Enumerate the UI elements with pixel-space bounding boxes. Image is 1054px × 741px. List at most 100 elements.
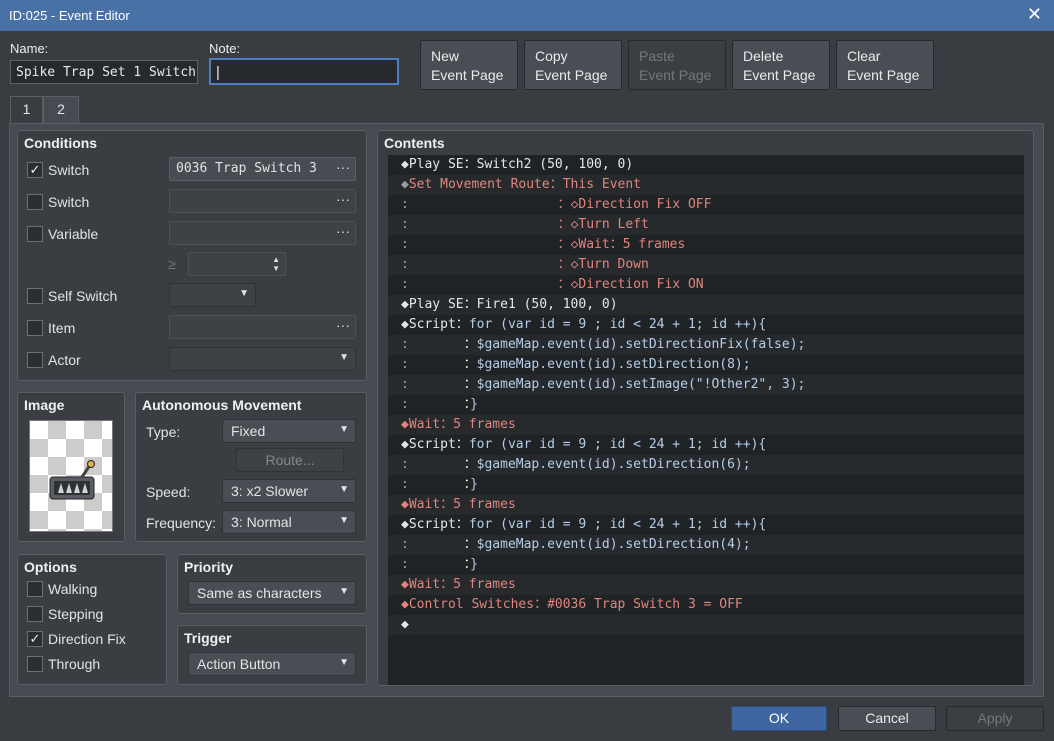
command-segment: : [401,397,409,412]
command-segment [409,217,558,232]
command-segment: } [470,477,478,492]
type-label: Type: [146,424,181,440]
event-command-row[interactable]: : ：} [388,475,1024,495]
variable-checkbox[interactable] [27,226,43,242]
event-command-row[interactable]: : ：◇Wait：5 frames [388,235,1024,255]
command-segment: : [401,277,409,292]
chevron-down-icon: ▼ [339,657,349,668]
switch1-select[interactable]: 0036 Trap Switch 3 ··· [169,157,356,181]
new-event-page-button[interactable]: New Event Page [420,40,518,90]
command-segment: Switch2 (50, 100, 0) [476,157,634,172]
stepping-checkbox[interactable] [27,606,43,622]
route-button[interactable]: Route... [236,448,344,472]
event-image-preview[interactable] [29,420,113,532]
autonomous-title: Autonomous Movement [142,397,302,413]
command-segment: ： [557,257,571,272]
speed-combo[interactable]: 3: x2 Slower ▼ [222,479,356,503]
paste-event-page-button[interactable]: Paste Event Page [628,40,726,90]
event-command-row[interactable]: : ：◇Turn Left [388,215,1024,235]
command-segment: ： [455,517,469,532]
event-command-row[interactable]: : ：} [388,395,1024,415]
tab-page-1[interactable]: 1 [10,96,43,123]
command-segment: ： [455,437,469,452]
type-combo[interactable]: Fixed ▼ [222,419,356,443]
event-command-row[interactable]: : ：} [388,555,1024,575]
event-command-row[interactable]: ◆Wait：5 frames [388,495,1024,515]
event-command-list[interactable]: ◆Play SE：Switch2 (50, 100, 0) ◆Set Moveme… [388,155,1024,685]
priority-combo[interactable]: Same as characters ▼ [188,581,356,605]
conditions-title: Conditions [24,135,98,151]
note-input[interactable]: | [209,58,399,85]
command-segment: 5 frames [622,237,686,252]
trigger-combo[interactable]: Action Button ▼ [188,652,356,676]
event-command-row[interactable]: ◆ [388,615,1024,635]
command-segment: for (var id = 9 ; id < 24 + 1; id ++){ [468,437,767,452]
delete-event-page-button[interactable]: Delete Event Page [732,40,830,90]
empty-row [388,635,1024,655]
variable-value-spinner[interactable]: ▲ ▼ [188,252,286,276]
close-icon[interactable]: ✕ [1027,4,1042,25]
command-segment: ： [463,457,477,472]
switch2-select[interactable]: ··· [169,189,356,213]
event-command-row[interactable]: ◆Wait：5 frames [388,575,1024,595]
event-command-row[interactable]: : ：$gameMap.event(id).setDirection(4); [388,535,1024,555]
event-command-row[interactable]: : ：◇Turn Down [388,255,1024,275]
event-command-row[interactable]: ◆Script：for (var id = 9 ; id < 24 + 1; i… [388,315,1024,335]
actor-checkbox[interactable] [27,352,43,368]
apply-button[interactable]: Apply [946,706,1044,731]
cancel-button[interactable]: Cancel [838,706,936,731]
clear-event-page-button[interactable]: Clear Event Page [836,40,934,90]
self-switch-combo[interactable]: ▼ [169,283,256,307]
command-segment: ◇Turn Down [570,257,649,272]
tab-page-2[interactable]: 2 [43,96,79,124]
switch1-value: 0036 Trap Switch 3 [176,161,317,176]
event-command-row[interactable]: ◆Set Movement Route：This Event [388,175,1024,195]
walking-checkbox[interactable] [27,581,43,597]
direction-fix-checkbox[interactable]: ✓ [27,631,43,647]
ellipsis-icon: ··· [336,223,350,239]
event-command-row[interactable]: : ：$gameMap.event(id).setDirection(8); [388,355,1024,375]
ellipsis-icon: ··· [336,191,350,207]
event-command-row[interactable]: ◆Play SE：Switch2 (50, 100, 0) [388,155,1024,175]
event-command-row[interactable]: : ：◇Direction Fix OFF [388,195,1024,215]
command-segment: ◆ [401,617,409,632]
event-command-row[interactable]: ◆Play SE：Fire1 (50, 100, 0) [388,295,1024,315]
trigger-panel: Trigger Action Button ▼ [177,625,367,685]
event-command-row[interactable]: : ：$gameMap.event(id).setDirection(6); [388,455,1024,475]
event-command-row[interactable]: ◆Wait：5 frames [388,415,1024,435]
event-command-row[interactable]: ◆Control Switches：#0036 Trap Switch 3 = … [388,595,1024,615]
item-checkbox[interactable] [27,320,43,336]
event-command-row[interactable]: ◆Script：for (var id = 9 ; id < 24 + 1; i… [388,435,1024,455]
command-segment: ◇Wait [570,237,610,252]
command-segment: ◇Turn Left [570,217,649,232]
frequency-value: 3: Normal [231,514,292,530]
command-segment: ： [463,357,477,372]
button-line2: Event Page [431,67,504,83]
command-segment: 5 frames [453,417,516,432]
event-command-row[interactable]: : ：◇Direction Fix ON [388,275,1024,295]
command-segment [409,237,558,252]
switch1-checkbox[interactable]: ✓ [27,162,43,178]
event-command-row[interactable]: : ：$gameMap.event(id).setDirectionFix(fa… [388,335,1024,355]
spinner-arrows-icon: ▲ ▼ [272,255,280,273]
through-checkbox[interactable] [27,656,43,672]
image-title: Image [24,397,65,413]
button-line2: Event Page [847,67,920,83]
event-command-row[interactable]: ◆Script：for (var id = 9 ; id < 24 + 1; i… [388,515,1024,535]
variable-select[interactable]: ··· [169,221,356,245]
copy-event-page-button[interactable]: Copy Event Page [524,40,622,90]
frequency-combo[interactable]: 3: Normal ▼ [222,510,356,534]
switch1-label: Switch [48,162,90,178]
name-input[interactable]: Spike Trap Set 1 Switch [10,60,198,84]
self-switch-checkbox[interactable] [27,288,43,304]
ok-button[interactable]: OK [731,706,827,731]
item-select[interactable]: ··· [169,315,356,339]
actor-combo[interactable]: ▼ [169,347,356,371]
command-segment: $gameMap.event(id).setImage("!Other2", 3… [476,377,806,392]
chevron-down-icon: ▼ [339,424,349,435]
command-segment: ◆Script [401,437,456,452]
command-segment: ： [463,297,477,312]
event-command-row[interactable]: : ：$gameMap.event(id).setImage("!Other2"… [388,375,1024,395]
command-segment: : [401,217,409,232]
switch2-checkbox[interactable] [27,194,43,210]
